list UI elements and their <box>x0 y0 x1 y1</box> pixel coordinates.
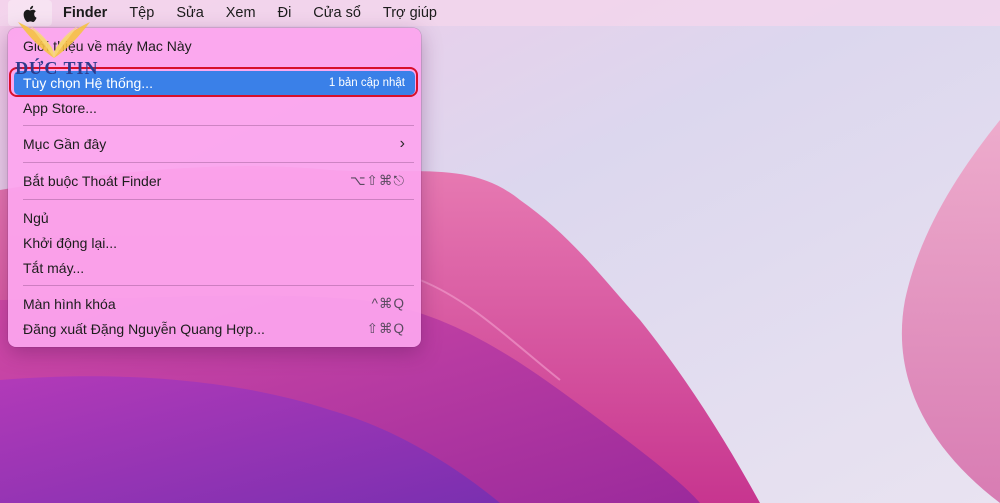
menu-item-label: Tắt máy... <box>23 260 85 276</box>
menu-item-app-store[interactable]: App Store... <box>14 96 415 120</box>
menu-item-recent-items[interactable]: Mục Gần đây › <box>14 132 415 156</box>
menu-item-label: Bắt buộc Thoát Finder <box>23 173 162 189</box>
menu-separator <box>23 285 414 286</box>
lock-screen-shortcut: ^⌘Q <box>371 296 405 311</box>
menubar-help[interactable]: Trợ giúp <box>372 0 448 26</box>
menu-item-label: Đăng xuất Đặng Nguyễn Quang Hợp... <box>23 321 265 337</box>
menu-item-label: Mục Gần đây <box>23 136 107 152</box>
menu-separator <box>23 162 414 163</box>
menu-item-label: App Store... <box>23 100 97 116</box>
menu-separator <box>23 199 414 200</box>
log-out-shortcut: ⇧⌘Q <box>366 321 405 336</box>
apple-logo-icon <box>23 5 37 22</box>
menu-bar: Finder Tệp Sửa Xem Đi Cửa sổ Trợ giúp <box>0 0 1000 26</box>
apple-menu-dropdown: Giới thiệu về máy Mac Này Tùy chọn Hệ th… <box>8 28 421 347</box>
menubar-view[interactable]: Xem <box>215 0 267 26</box>
menu-item-force-quit[interactable]: Bắt buộc Thoát Finder ⌥⇧⌘⎋ <box>14 169 415 193</box>
menu-item-label: Khởi động lại... <box>23 235 118 251</box>
menubar-file[interactable]: Tệp <box>118 0 165 26</box>
menu-item-label: Ngủ <box>23 210 49 226</box>
menu-item-label: Màn hình khóa <box>23 296 116 312</box>
menu-item-about-this-mac[interactable]: Giới thiệu về máy Mac Này <box>14 34 415 58</box>
menu-item-restart[interactable]: Khởi động lại... <box>14 231 415 255</box>
force-quit-shortcut: ⌥⇧⌘⎋ <box>349 173 405 188</box>
menu-separator <box>23 125 414 126</box>
apple-menu-button[interactable] <box>8 0 52 26</box>
chevron-right-icon: › <box>399 135 405 152</box>
menubar-finder[interactable]: Finder <box>52 0 118 26</box>
menu-item-log-out[interactable]: Đăng xuất Đặng Nguyễn Quang Hợp... ⇧⌘Q <box>14 317 415 341</box>
menubar-edit[interactable]: Sửa <box>165 0 214 26</box>
menu-item-lock-screen[interactable]: Màn hình khóa ^⌘Q <box>14 292 415 316</box>
menu-item-sleep[interactable]: Ngủ <box>14 206 415 230</box>
menu-item-label: Giới thiệu về máy Mac Này <box>23 38 192 54</box>
menubar-go[interactable]: Đi <box>267 0 303 26</box>
menubar-window[interactable]: Cửa sổ <box>302 0 372 26</box>
annotation-highlight-box <box>9 67 418 97</box>
menu-item-shut-down[interactable]: Tắt máy... <box>14 256 415 280</box>
